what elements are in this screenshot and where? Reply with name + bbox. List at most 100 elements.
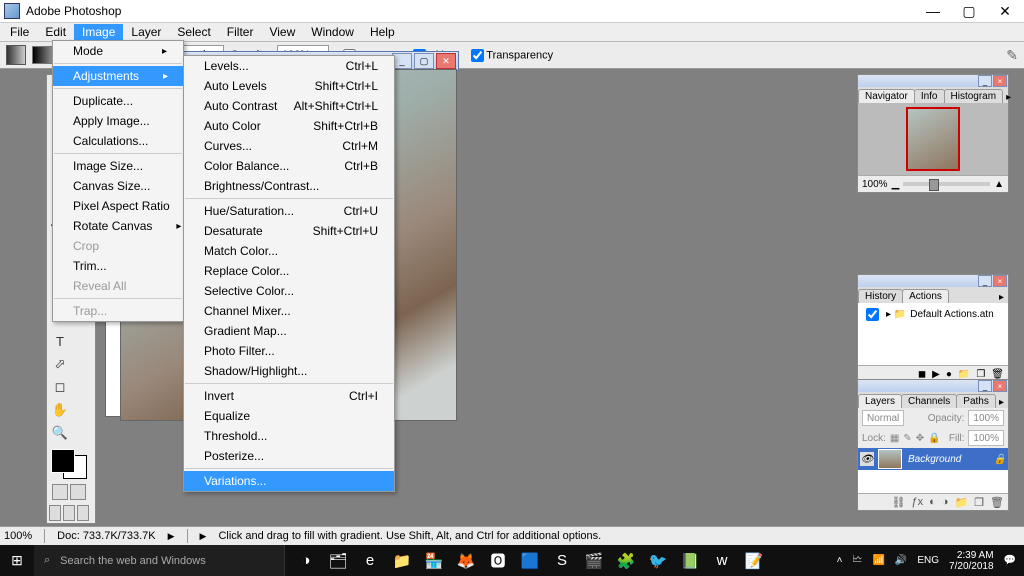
brush-icon[interactable]: ✎ bbox=[1006, 47, 1018, 64]
tab-more[interactable]: ▸ bbox=[1002, 92, 1015, 103]
menu-item[interactable]: Rotate Canvas▸ bbox=[53, 216, 183, 236]
taskbar-app[interactable]: 🎬 bbox=[579, 545, 609, 576]
menu-item[interactable]: DesaturateShift+Ctrl+U bbox=[184, 221, 394, 241]
tab-more[interactable]: ▸ bbox=[995, 397, 1008, 408]
menu-item[interactable]: Posterize... bbox=[184, 446, 394, 466]
transparency-check[interactable]: Transparency bbox=[463, 49, 553, 62]
menu-item[interactable]: Pixel Aspect Ratio▸ bbox=[53, 196, 183, 216]
tray-up-icon[interactable]: ˄ bbox=[837, 555, 843, 566]
menu-item[interactable]: Variations... bbox=[184, 471, 394, 491]
panel-close[interactable]: × bbox=[993, 380, 1007, 392]
menu-item[interactable]: Threshold... bbox=[184, 426, 394, 446]
menu-item[interactable]: Levels...Ctrl+L bbox=[184, 56, 394, 76]
menu-edit[interactable]: Edit bbox=[37, 24, 74, 40]
folder-icon[interactable]: 📁 bbox=[954, 496, 968, 509]
taskbar-app[interactable]: 🦊 bbox=[451, 545, 481, 576]
menu-item[interactable]: Selective Color... bbox=[184, 281, 394, 301]
tab-navigator[interactable]: Navigator bbox=[858, 89, 915, 103]
menu-item[interactable]: Color Balance...Ctrl+B bbox=[184, 156, 394, 176]
fx-icon[interactable]: ƒx bbox=[912, 496, 924, 508]
doc-close[interactable]: ✕ bbox=[436, 53, 456, 69]
eye-icon[interactable]: 👁 bbox=[860, 452, 874, 466]
adjust-icon[interactable]: ◑ bbox=[942, 496, 949, 508]
doc-min[interactable]: _ bbox=[392, 53, 412, 69]
tab-histogram[interactable]: Histogram bbox=[944, 89, 1004, 103]
lock-icon[interactable]: ✎ bbox=[903, 433, 911, 444]
clock[interactable]: 2:39 AM7/20/2018 bbox=[949, 550, 994, 572]
close-button[interactable]: ✕ bbox=[996, 3, 1014, 20]
tool[interactable]: 🔍 bbox=[49, 422, 71, 444]
folder-icon[interactable]: 📁 bbox=[958, 369, 970, 380]
tab-channels[interactable]: Channels bbox=[901, 394, 957, 408]
menu-item[interactable]: Equalize bbox=[184, 406, 394, 426]
taskbar-search[interactable]: ⌕Search the web and Windows bbox=[34, 545, 285, 576]
doc-max[interactable]: ▢ bbox=[414, 53, 434, 69]
menu-item[interactable]: Duplicate... bbox=[53, 91, 183, 111]
flyout-icon[interactable]: ▶ bbox=[168, 531, 175, 542]
menu-item[interactable]: Apply Image... bbox=[53, 111, 183, 131]
zoom-out-icon[interactable]: ▁ bbox=[892, 179, 900, 190]
menu-item[interactable]: Auto ColorShift+Ctrl+B bbox=[184, 116, 394, 136]
status-zoom[interactable]: 100% bbox=[4, 530, 32, 542]
action-set[interactable]: Default Actions.atn bbox=[910, 309, 993, 320]
maximize-button[interactable]: ▢ bbox=[960, 3, 978, 20]
menu-image[interactable]: Image bbox=[74, 24, 123, 40]
layer-background[interactable]: 👁Background🔒 bbox=[858, 448, 1008, 470]
taskbar-app[interactable]: 🅾 bbox=[483, 545, 513, 576]
tool[interactable]: ◻ bbox=[49, 376, 71, 398]
new-icon[interactable]: ❐ bbox=[974, 496, 984, 509]
menu-item[interactable]: Adjustments▸ bbox=[53, 66, 183, 86]
menu-item[interactable]: Replace Color... bbox=[184, 261, 394, 281]
zoom-in-icon[interactable]: ▲ bbox=[994, 179, 1004, 190]
tool[interactable]: T bbox=[49, 330, 71, 352]
wifi-icon[interactable]: 📶 bbox=[872, 555, 884, 566]
menu-item[interactable]: InvertCtrl+I bbox=[184, 386, 394, 406]
menu-filter[interactable]: Filter bbox=[219, 24, 262, 40]
tab-paths[interactable]: Paths bbox=[956, 394, 996, 408]
menu-item[interactable]: Canvas Size... bbox=[53, 176, 183, 196]
menu-item[interactable]: Mode▸ bbox=[53, 41, 183, 61]
menu-item[interactable]: Match Color... bbox=[184, 241, 394, 261]
menu-item[interactable]: Curves...Ctrl+M bbox=[184, 136, 394, 156]
taskbar-app[interactable]: 📗 bbox=[675, 545, 705, 576]
taskbar-app[interactable]: 🏪 bbox=[419, 545, 449, 576]
menu-item[interactable]: Gradient Map... bbox=[184, 321, 394, 341]
menu-item[interactable]: Auto LevelsShift+Ctrl+L bbox=[184, 76, 394, 96]
taskbar-app[interactable]: 📝 bbox=[739, 545, 769, 576]
trash-icon[interactable]: 🗑 bbox=[990, 496, 1004, 509]
play-icon[interactable]: ▶ bbox=[932, 369, 940, 380]
taskbar-app[interactable]: 📁 bbox=[387, 545, 417, 576]
menu-layer[interactable]: Layer bbox=[123, 24, 169, 40]
link-icon[interactable]: ⛓ bbox=[892, 496, 906, 509]
gradient-tool-icon[interactable] bbox=[6, 45, 26, 65]
menu-window[interactable]: Window bbox=[303, 24, 362, 40]
layer-opacity[interactable]: 100% bbox=[968, 410, 1004, 426]
mask-icon[interactable]: ◐ bbox=[929, 496, 936, 508]
minimize-button[interactable]: — bbox=[924, 3, 942, 20]
battery-icon[interactable]: 🗠 bbox=[852, 552, 862, 569]
zoom-slider[interactable] bbox=[903, 182, 990, 186]
tool[interactable]: ✋ bbox=[49, 399, 71, 421]
menu-item[interactable]: Auto ContrastAlt+Shift+Ctrl+L bbox=[184, 96, 394, 116]
panel-min[interactable]: _ bbox=[978, 75, 992, 87]
notif-icon[interactable]: 💬 bbox=[1004, 555, 1016, 566]
taskbar-app[interactable]: w bbox=[707, 545, 737, 576]
stop-icon[interactable]: ◼ bbox=[918, 369, 926, 380]
nav-thumb[interactable] bbox=[906, 107, 960, 171]
panel-min[interactable]: _ bbox=[978, 380, 992, 392]
lang[interactable]: ENG bbox=[917, 555, 939, 566]
start-button[interactable]: ⊞ bbox=[0, 545, 34, 576]
menu-item[interactable]: Calculations... bbox=[53, 131, 183, 151]
tab-layers[interactable]: Layers bbox=[858, 394, 902, 408]
tab-actions[interactable]: Actions bbox=[902, 289, 949, 303]
lock-icon[interactable]: ▦ bbox=[890, 433, 899, 444]
taskbar-app[interactable]: 🟦 bbox=[515, 545, 545, 576]
blend-mode[interactable]: Normal bbox=[862, 410, 904, 426]
tab-info[interactable]: Info bbox=[914, 89, 945, 103]
color-swatch[interactable] bbox=[49, 449, 89, 479]
menu-item[interactable]: Hue/Saturation...Ctrl+U bbox=[184, 201, 394, 221]
tool[interactable]: ⬀ bbox=[49, 353, 71, 375]
new-icon[interactable]: ❐ bbox=[976, 369, 985, 380]
menu-item[interactable]: Brightness/Contrast... bbox=[184, 176, 394, 196]
menu-view[interactable]: View bbox=[261, 24, 303, 40]
